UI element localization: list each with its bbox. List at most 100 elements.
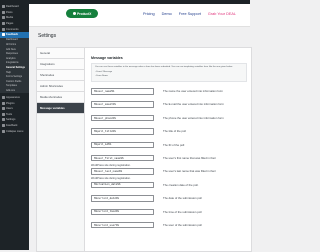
menu-item-label: Feedback xyxy=(6,33,18,37)
brush-icon xyxy=(1,95,5,99)
variable-code-field[interactable]: %%poll_id%% xyxy=(91,141,154,149)
variable-description: The ID of the poll xyxy=(163,142,185,147)
settings-panel: General Integrations Shortcodes Admin Sh… xyxy=(36,47,252,252)
notice-text: You can use these variables in the messa… xyxy=(95,66,233,68)
variable-description: The user's first name that was filled in… xyxy=(163,155,216,160)
variable-row: %%user_first_name%% The user's first nam… xyxy=(91,154,247,168)
tab-content: Message variables You can use these vari… xyxy=(87,48,249,251)
submenu-item-label: Dashboard xyxy=(6,38,18,42)
variable-row: %%user_phone%% The phone the user entere… xyxy=(91,114,247,128)
brand-logo[interactable]: ProductX xyxy=(66,9,98,18)
submenu-item-label: Integrations xyxy=(6,61,19,65)
notice-text: - Form# Message xyxy=(95,70,113,73)
variable-row: %%creation_date%% The creation date of t… xyxy=(91,181,247,195)
menu-item-label: Collapse menu xyxy=(6,129,24,133)
variable-row: %%poll_id%% The ID of the poll xyxy=(91,141,247,155)
variable-row: %%poll_title%% The title of the poll xyxy=(91,128,247,141)
menu-item-label: Tools xyxy=(6,112,13,116)
comment-icon xyxy=(1,27,5,31)
variable-description: The date of the submission poll xyxy=(163,196,202,201)
media-icon xyxy=(1,16,5,20)
variable-code-field[interactable]: %%user_phone%% xyxy=(91,114,154,122)
variable-description-continued: WordPress site during registration. xyxy=(91,177,131,181)
wrench-icon xyxy=(1,112,5,116)
menu-item-label: Posts xyxy=(6,10,13,14)
plugin-header: ProductX Pricing Demo Free Support Grab … xyxy=(29,4,250,27)
variable-description: The title of the poll xyxy=(163,129,186,134)
variable-description: The user of the submission poll xyxy=(163,222,202,227)
submenu-item-label: Add New xyxy=(6,47,16,51)
menu-item-label: Media xyxy=(6,16,14,20)
variable-description: The creation date of the poll. xyxy=(163,182,199,187)
submenu-item-label: Responses xyxy=(6,52,18,56)
info-notice: You can use these variables in the messa… xyxy=(91,63,247,82)
variable-row: %%current_time%% The time of the submiss… xyxy=(91,208,247,222)
tab-message-variables[interactable]: Message variables xyxy=(37,103,84,114)
variable-code-field[interactable]: %%creation_date%% xyxy=(91,181,154,189)
variable-row: %%current_user%% The user of the submiss… xyxy=(91,221,247,235)
menu-item-label: Settings xyxy=(6,118,16,122)
variable-code-field[interactable]: %%current_user%% xyxy=(91,221,154,229)
logo-mark-icon xyxy=(72,12,76,15)
menu-item-label: Feedback xyxy=(6,123,18,127)
variable-description: The time of the submission poll xyxy=(163,209,202,214)
demo-link[interactable]: Demo xyxy=(162,12,172,16)
variable-code-field[interactable]: %%user_last_name%% xyxy=(91,168,154,175)
variable-description: The phone the user entered into informat… xyxy=(163,115,224,120)
menu-item-label: Pages xyxy=(6,22,14,26)
page-title: Settings xyxy=(38,33,57,39)
variable-row: %%current_date%% The date of the submiss… xyxy=(91,195,247,208)
menu-item-label: Plugins xyxy=(6,101,15,105)
section-title: Message variables xyxy=(91,56,123,60)
variable-description: The user's last name that was filled in … xyxy=(163,169,216,174)
variable-description-continued: WordPress site during registration. xyxy=(91,163,131,167)
variable-row: %%user_last_name%% The user's last name … xyxy=(91,168,247,181)
user-icon xyxy=(1,107,5,111)
page-icon xyxy=(1,22,5,26)
submenu-item-label: Add-ons xyxy=(6,88,15,92)
submenu-item-label: Templates xyxy=(6,84,17,88)
variable-code-field[interactable]: %%current_date%% xyxy=(91,195,154,202)
menu-item-collapse[interactable]: Collapse menu xyxy=(0,128,29,134)
submenu-item-label: General Settings xyxy=(6,65,25,69)
submenu-item-label: Analytics xyxy=(6,56,16,60)
tab-shortcodes[interactable]: Shortcodes xyxy=(37,70,84,81)
variable-description: The name the user entered into informati… xyxy=(163,89,224,93)
submenu-item-label: All Forms xyxy=(6,42,17,46)
header-links: Pricing Demo Free Support Grab Your DEAL xyxy=(143,12,236,16)
submenu-item-label: Custom Fields xyxy=(6,79,22,83)
variable-description: The E-mail the user entered into informa… xyxy=(163,102,224,107)
deal-link[interactable]: Grab Your DEAL xyxy=(208,12,236,16)
notice-text: - Form Name xyxy=(95,74,108,77)
collapse-icon xyxy=(1,129,5,133)
tab-general[interactable]: General xyxy=(37,48,84,59)
menu-item-label: Dashboard xyxy=(6,5,19,9)
variable-code-field[interactable]: %%user_name%% xyxy=(91,88,154,95)
settings-icon xyxy=(1,118,5,122)
menu-item-label: Users xyxy=(6,107,13,111)
settings-tabs: General Integrations Shortcodes Admin Sh… xyxy=(37,48,85,251)
admin-sidebar: Dashboard Posts Media Pages Comments Fee… xyxy=(0,4,29,250)
menu-item-label: Appearance xyxy=(6,95,20,99)
dashboard-icon xyxy=(1,5,5,9)
feedback-icon xyxy=(1,123,5,127)
submenu-item-label: Help xyxy=(6,70,11,74)
variables-list: %%user_name%% The name the user entered … xyxy=(91,88,247,235)
feedback-icon xyxy=(1,33,5,37)
variable-row: %%user_name%% The name the user entered … xyxy=(91,88,247,101)
tab-media-shortcodes[interactable]: Media shortcodes xyxy=(37,92,84,103)
pricing-link[interactable]: Pricing xyxy=(143,12,155,16)
submenu-item-label: Forms Settings xyxy=(6,75,23,79)
pin-icon xyxy=(1,10,5,14)
free-support-link[interactable]: Free Support xyxy=(179,12,201,16)
variable-code-field[interactable]: %%current_time%% xyxy=(91,208,154,216)
brand-name: ProductX xyxy=(77,11,92,16)
menu-item-label: Comments xyxy=(6,27,19,31)
variable-code-field[interactable]: %%user_first_name%% xyxy=(91,154,154,162)
variable-row: %%user_email%% The E-mail the user enter… xyxy=(91,101,247,114)
plug-icon xyxy=(1,101,5,105)
tab-admin-shortcodes[interactable]: Admin Shortcodes xyxy=(37,81,84,92)
variable-code-field[interactable]: %%user_email%% xyxy=(91,101,154,108)
tab-integrations[interactable]: Integrations xyxy=(37,59,84,70)
variable-code-field[interactable]: %%poll_title%% xyxy=(91,128,154,135)
